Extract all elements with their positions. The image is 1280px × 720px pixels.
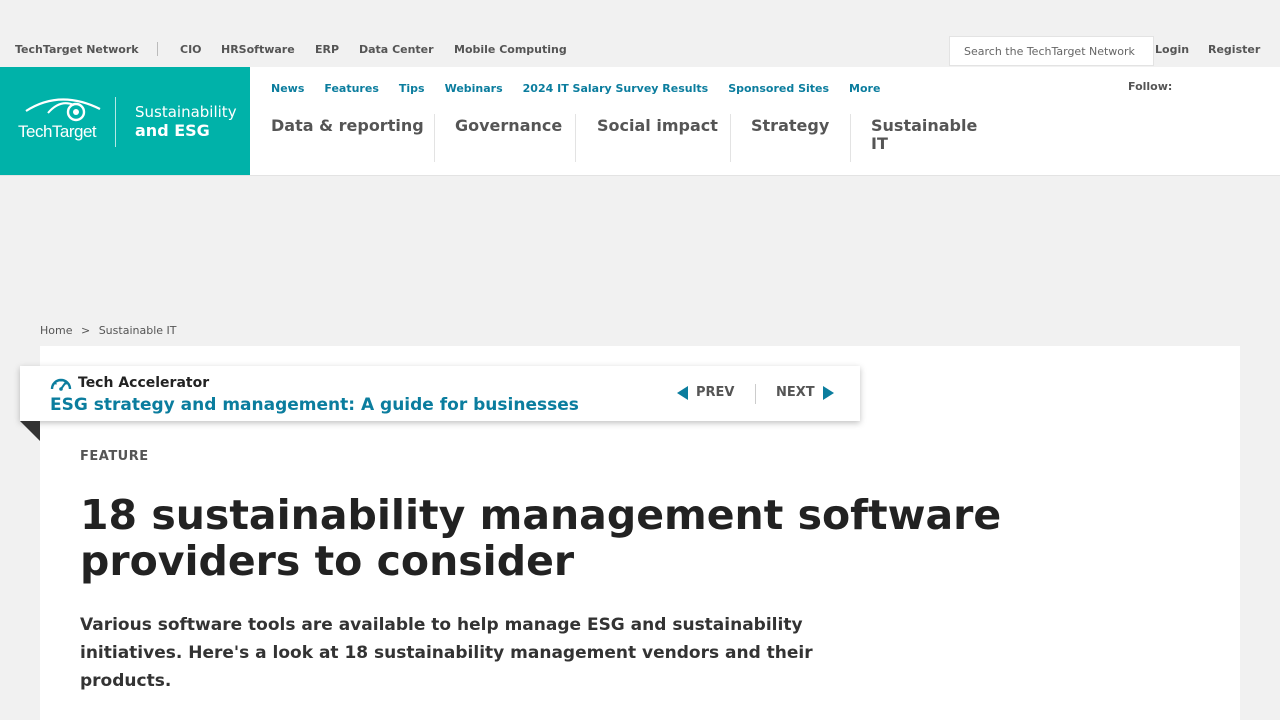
article-dek: Various software tools are available to …	[80, 615, 813, 691]
nav-salary-survey[interactable]: 2024 IT Salary Survey Results	[523, 82, 709, 95]
speedometer-icon	[50, 378, 72, 391]
breadcrumb-current[interactable]: Sustainable IT	[99, 324, 177, 337]
network-link-cio[interactable]: CIO	[180, 43, 202, 56]
topic-sustainable-it[interactable]: Sustainable IT	[850, 114, 980, 162]
network-search-input[interactable]	[964, 37, 1150, 65]
network-search-box	[949, 36, 1154, 66]
follow-label: Follow:	[1128, 80, 1173, 93]
topic-governance[interactable]: Governance	[434, 114, 575, 162]
breadcrumb-home[interactable]: Home	[40, 324, 72, 337]
prev-button[interactable]: PREV	[677, 385, 734, 400]
techtarget-logo-text: TechTarget	[18, 122, 97, 141]
nav-webinars[interactable]: Webinars	[445, 82, 503, 95]
next-button[interactable]: NEXT	[776, 385, 834, 400]
arrow-right-icon	[822, 385, 834, 400]
nav-sponsored-sites[interactable]: Sponsored Sites	[728, 82, 829, 95]
topic-data-reporting[interactable]: Data & reporting	[250, 114, 434, 162]
site-name-line2: and ESG	[135, 121, 210, 140]
ribbon-fold	[20, 421, 40, 441]
nav-more[interactable]: More	[849, 82, 880, 95]
breadcrumb-separator: >	[80, 324, 91, 337]
prev-next-divider	[755, 384, 756, 404]
breadcrumb: Home > Sustainable IT	[40, 324, 181, 337]
network-link-hrsoftware[interactable]: HRSoftware	[221, 43, 295, 56]
register-link[interactable]: Register	[1208, 43, 1260, 56]
techtarget-eye-logo-icon	[25, 98, 101, 122]
article-kicker: FEATURE	[80, 449, 149, 464]
nav-features[interactable]: Features	[324, 82, 378, 95]
network-link-mobile-computing[interactable]: Mobile Computing	[454, 43, 567, 56]
network-link-data-center[interactable]: Data Center	[359, 43, 434, 56]
nav-news[interactable]: News	[271, 82, 304, 95]
network-divider	[157, 42, 158, 56]
network-bar: TechTarget Network CIO HRSoftware ERP Da…	[0, 36, 1280, 66]
prev-label: PREV	[696, 385, 735, 400]
topic-strategy[interactable]: Strategy	[730, 114, 850, 162]
login-link[interactable]: Login	[1155, 43, 1189, 56]
brand-block[interactable]: TechTarget Sustainability and ESG	[0, 67, 250, 175]
network-link-erp[interactable]: ERP	[315, 43, 339, 56]
topic-social-impact[interactable]: Social impact	[576, 114, 730, 162]
arrow-left-icon	[677, 385, 688, 400]
network-link-techtarget[interactable]: TechTarget Network	[15, 43, 139, 56]
tech-accelerator-bar: Tech Accelerator ESG strategy and manage…	[20, 366, 860, 421]
site-header: TechTarget Sustainability and ESG News Fe…	[0, 67, 1280, 176]
site-name-line1: Sustainability	[135, 103, 237, 121]
nav-tips[interactable]: Tips	[399, 82, 425, 95]
section-nav: News Features Tips Webinars 2024 IT Salary S…	[271, 77, 900, 96]
tech-accelerator-label: Tech Accelerator	[78, 375, 210, 391]
next-label: NEXT	[776, 385, 815, 400]
article-headline: 18 sustainability management software pr…	[80, 491, 1002, 585]
brand-divider	[115, 97, 116, 147]
tech-accelerator-guide-link[interactable]: ESG strategy and management: A guide for…	[50, 395, 579, 415]
